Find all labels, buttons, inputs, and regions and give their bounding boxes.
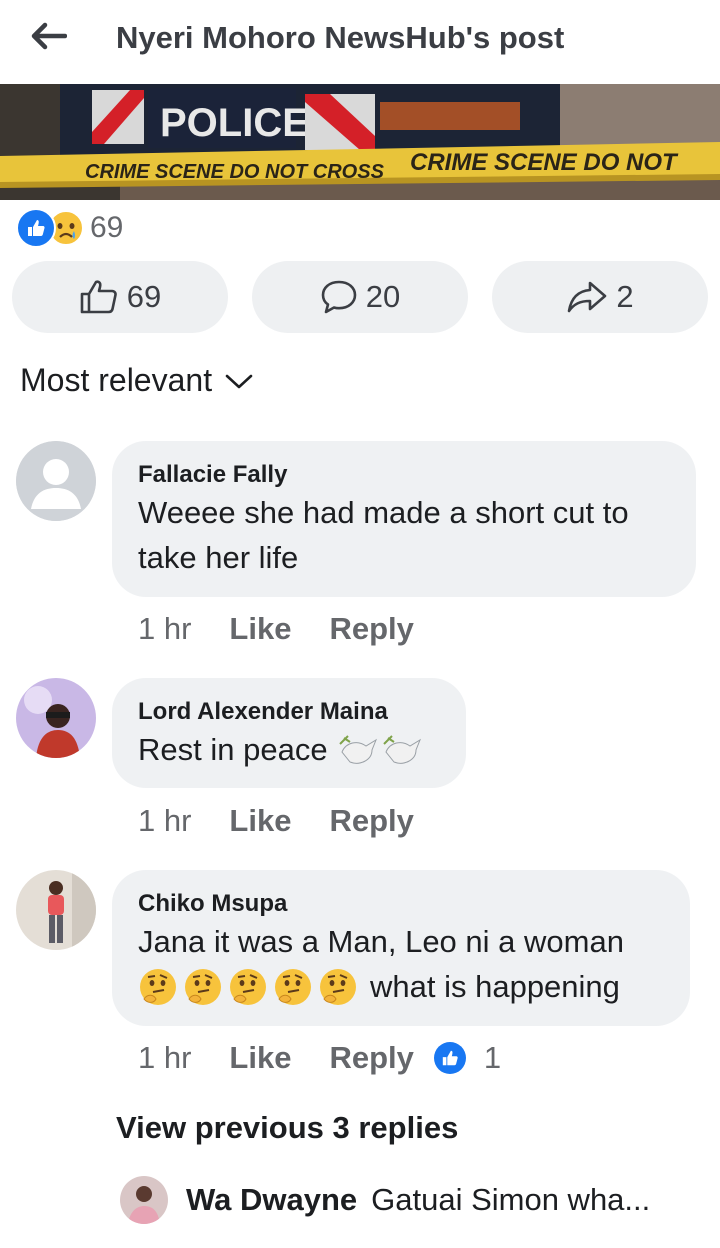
comment-text-line: Jana it was a Man, Leo ni a woman — [138, 924, 624, 959]
avatar-chiko-msupa[interactable] — [16, 870, 96, 950]
default-avatar-icon — [16, 441, 96, 521]
thinking-face-emoji-icon — [140, 968, 357, 1006]
comment-text-row: what is happening — [138, 965, 620, 1009]
comment-like-button[interactable]: Like — [229, 803, 291, 839]
top-bar: Nyeri Mohoro NewsHub's post — [0, 0, 720, 84]
police-sign-text: POLICE — [160, 101, 309, 145]
comment-reply-button[interactable]: Reply — [329, 611, 413, 647]
reply-preview[interactable]: Wa Dwayne Gatuai Simon wha... — [120, 1176, 650, 1224]
reply-text: Gatuai Simon wha... — [371, 1182, 651, 1217]
page-title: Nyeri Mohoro NewsHub's post — [116, 20, 565, 55]
back-arrow-icon — [31, 22, 67, 50]
tape-text-right: CRIME SCENE DO NOT — [410, 149, 679, 176]
sort-label: Most relevant — [20, 362, 213, 398]
comment-time: 1 hr — [138, 1040, 192, 1075]
like-reaction-icon — [433, 1042, 466, 1074]
view-previous-replies-link[interactable]: View previous 3 replies — [116, 1110, 458, 1146]
comment-text-row: Rest in peace — [138, 728, 424, 772]
commenter-name[interactable]: Lord Alexender Maina — [138, 698, 388, 726]
share-button[interactable]: 2 — [492, 261, 708, 333]
comment-sort-dropdown[interactable]: Most relevant — [20, 362, 254, 399]
crime-scene-photo: POLICE CRIME SCENE DO NOT CROSS CRIME SC… — [0, 84, 720, 200]
comment-meta: 1 hr Like Reply — [138, 803, 452, 839]
like-reaction-icon — [16, 208, 56, 248]
comment-time: 1 hr — [138, 803, 192, 838]
post-image[interactable]: POLICE CRIME SCENE DO NOT CROSS CRIME SC… — [0, 84, 720, 200]
chevron-down-icon — [225, 374, 253, 388]
comment-reply-button[interactable]: Reply — [329, 1040, 413, 1076]
reaction-summary[interactable]: 69 — [16, 208, 123, 248]
profile-photo — [120, 1176, 168, 1224]
like-count: 69 — [126, 279, 162, 314]
comment-text: Rest in peace — [138, 732, 328, 767]
comment-like-button[interactable]: Like — [229, 1040, 291, 1076]
reaction-count: 69 — [90, 211, 124, 244]
action-bar: 69 20 2 — [12, 261, 708, 333]
comment-text-line: Weeee she had made a short cut to — [138, 495, 629, 530]
comment-meta: 1 hr Like Reply — [138, 611, 452, 647]
comment-meta: 1 hr Like Reply 1 — [138, 1040, 501, 1076]
comment-bubble: Lord Alexender Maina Rest in peace — [112, 678, 466, 788]
comment-button[interactable]: 20 — [252, 261, 468, 333]
comment-count: 20 — [365, 279, 401, 314]
avatar-wa-dwayne[interactable] — [120, 1176, 168, 1224]
like-button[interactable]: 69 — [12, 261, 228, 333]
tape-text-left: CRIME SCENE DO NOT CROSS — [85, 161, 385, 183]
thumbs-up-icon — [80, 280, 117, 314]
share-icon — [568, 281, 607, 313]
comment-reaction-count[interactable]: 1 — [484, 1040, 501, 1076]
back-button[interactable] — [26, 18, 70, 54]
profile-photo — [16, 870, 96, 950]
avatar-lord-alexender-maina[interactable] — [16, 678, 96, 758]
comment-icon — [321, 280, 357, 314]
comment-like-button[interactable]: Like — [229, 611, 291, 647]
reply-author-name[interactable]: Wa Dwayne — [186, 1182, 357, 1218]
share-count: 2 — [616, 279, 634, 314]
comment-text-line: take her life — [138, 540, 299, 575]
comment-bubble: Fallacie Fally Weeee she had made a shor… — [112, 441, 696, 597]
comment-text: what is happening — [370, 969, 620, 1004]
commenter-name[interactable]: Fallacie Fally — [138, 461, 287, 489]
comment-bubble: Chiko Msupa Jana it was a Man, Leo ni a … — [112, 870, 690, 1026]
comment-time: 1 hr — [138, 611, 192, 646]
avatar-fallacie-fally[interactable] — [16, 441, 96, 521]
dove-emoji-icon — [338, 735, 421, 764]
profile-photo — [16, 678, 96, 758]
comment-reply-button[interactable]: Reply — [329, 803, 413, 839]
commenter-name[interactable]: Chiko Msupa — [138, 890, 287, 918]
